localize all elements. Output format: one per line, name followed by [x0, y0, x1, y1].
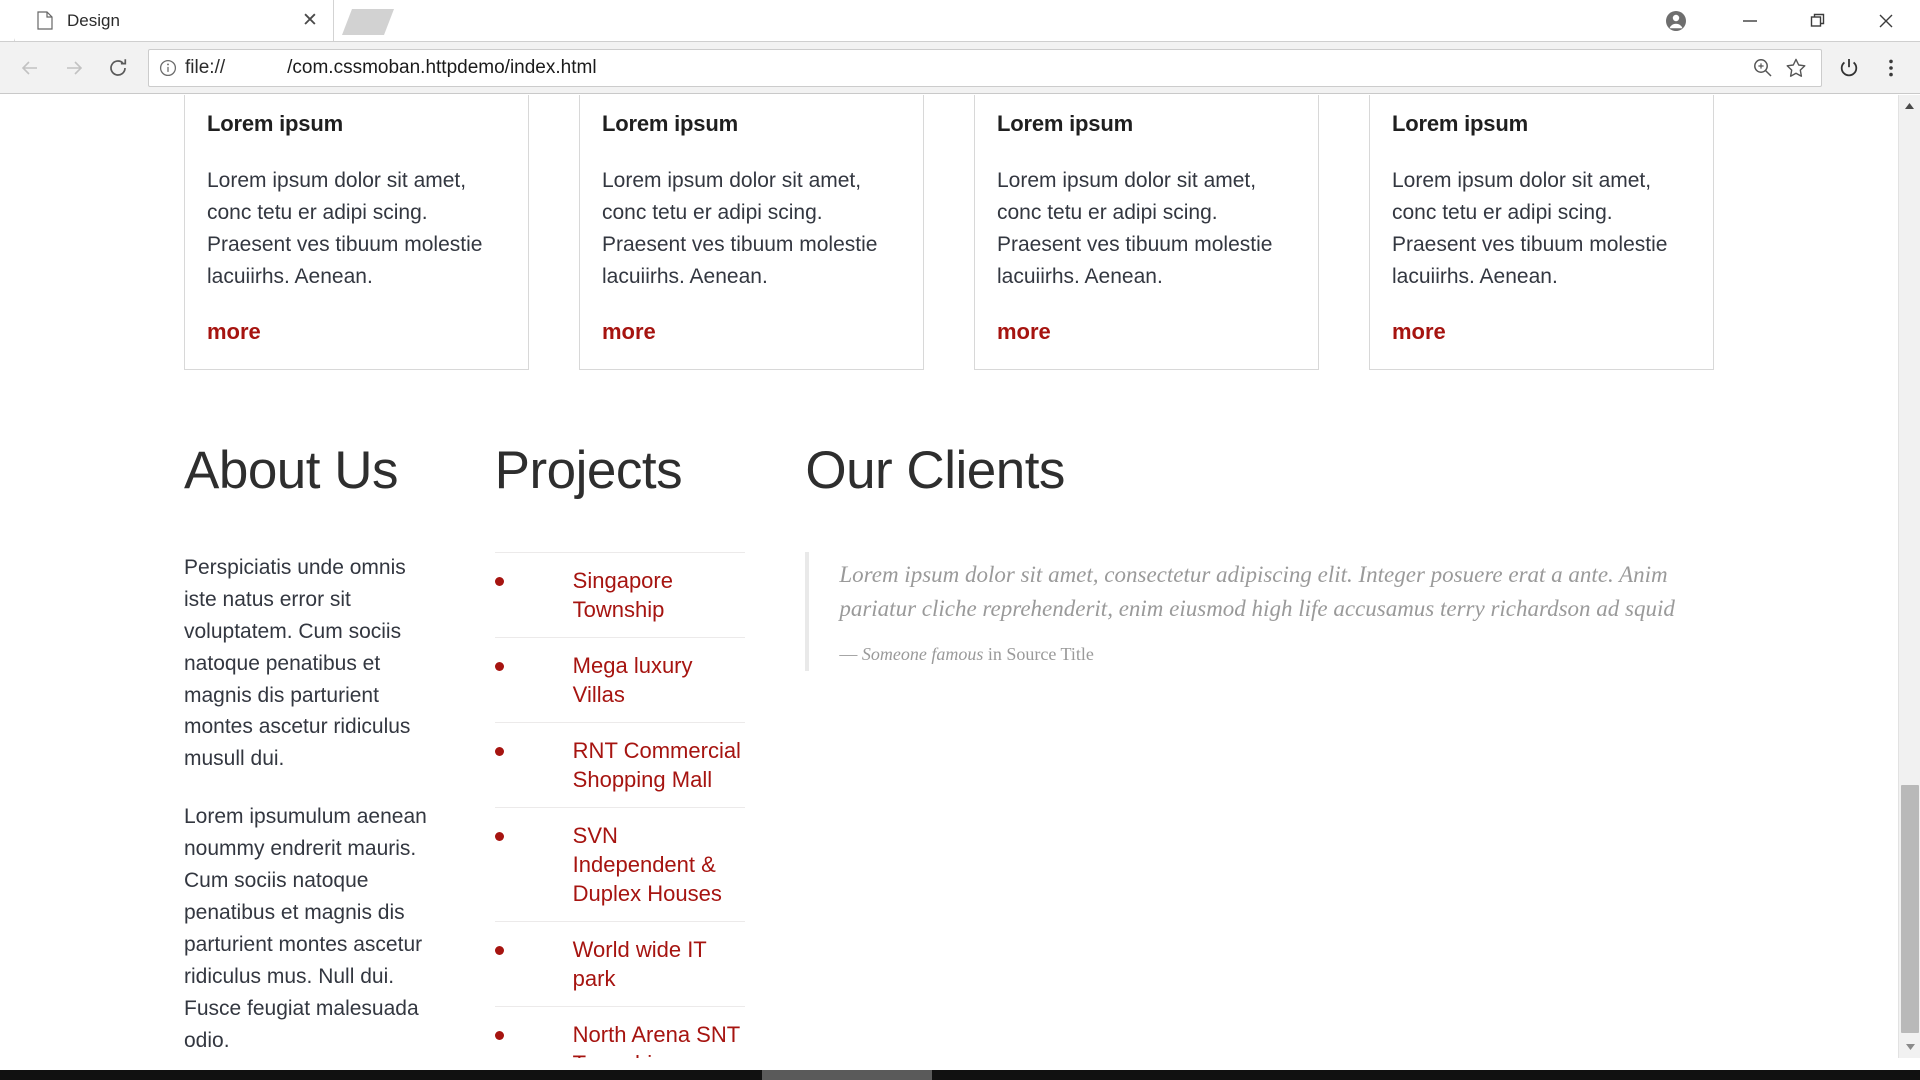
list-item: World wide IT park: [494, 922, 746, 1008]
minimize-button[interactable]: [1716, 0, 1784, 42]
tab-strip: Design ✕: [0, 0, 1920, 42]
attribution-author: Someone famous: [861, 643, 984, 664]
new-tab-ghost[interactable]: [342, 9, 394, 35]
card-title: Lorem ipsum: [207, 111, 343, 136]
testimonial-attribution: — Someone famous in Source Title: [839, 644, 1714, 665]
our-clients-title: Our Clients: [805, 440, 1065, 500]
testimonial-text: Lorem ipsum dolor sit amet, consectetur …: [839, 561, 1675, 621]
service-card: Lorem ipsum Lorem ipsum dolor sit amet, …: [184, 95, 529, 370]
address-bar[interactable]: file:// /com.cssmoban.httpdemo/index.htm…: [148, 48, 1822, 87]
project-link[interactable]: RNT Commercial Shopping Mall: [573, 736, 746, 794]
card-body: Lorem ipsum dolor sit amet, conc tetu er…: [207, 169, 483, 288]
service-card: Lorem ipsum Lorem ipsum dolor sit amet, …: [579, 95, 924, 370]
attribution-source: Source Title: [1006, 643, 1094, 664]
list-item: North Arena SNT Township: [494, 1007, 746, 1058]
card-body: Lorem ipsum dolor sit amet, conc tetu er…: [1392, 169, 1668, 288]
browser-tab[interactable]: Design ✕: [14, 0, 334, 41]
close-window-button[interactable]: [1852, 0, 1920, 42]
card-more-link[interactable]: more: [1392, 319, 1446, 345]
reload-icon[interactable]: [96, 46, 140, 90]
about-paragraph-1: Perspiciatis unde omnis iste natus error…: [184, 555, 411, 771]
document-icon: [37, 10, 55, 31]
profile-avatar-icon[interactable]: [1646, 0, 1706, 42]
list-item: Mega luxury Villas: [494, 638, 746, 724]
forward-arrow-icon[interactable]: [52, 46, 96, 90]
content-container: Lorem ipsum Lorem ipsum dolor sit amet, …: [184, 95, 1714, 1058]
project-link[interactable]: North Arena SNT Township: [573, 1020, 746, 1058]
power-icon[interactable]: [1828, 46, 1870, 90]
info-circle-icon[interactable]: [159, 59, 177, 77]
card-title: Lorem ipsum: [997, 111, 1133, 136]
card-body: Lorem ipsum dolor sit amet, conc tetu er…: [602, 169, 878, 288]
horizontal-scrollbar[interactable]: [0, 1070, 1920, 1080]
browser-toolbar: file:// /com.cssmoban.httpdemo/index.htm…: [0, 42, 1920, 94]
vertical-scrollbar[interactable]: [1898, 95, 1920, 1058]
card-body: Lorem ipsum dolor sit amet, conc tetu er…: [997, 169, 1273, 288]
about-us-title: About Us: [184, 440, 399, 500]
card-more-link[interactable]: more: [207, 319, 261, 345]
card-more-link[interactable]: more: [602, 319, 656, 345]
client-testimonial: Lorem ipsum dolor sit amet, consectetur …: [805, 551, 1714, 671]
tab-title: Design: [67, 10, 120, 30]
projects-column: Projects Singapore Township Mega luxury …: [494, 440, 806, 1058]
about-us-column: About Us Perspiciatis unde omnis iste na…: [184, 440, 495, 1058]
project-link[interactable]: SVN Independent & Duplex Houses: [573, 821, 746, 908]
card-title: Lorem ipsum: [1392, 111, 1528, 136]
service-card: Lorem ipsum Lorem ipsum dolor sit amet, …: [1369, 95, 1714, 370]
maximize-restore-button[interactable]: [1784, 0, 1852, 42]
project-link[interactable]: Mega luxury Villas: [573, 651, 746, 709]
list-item: SVN Independent & Duplex Houses: [494, 808, 746, 923]
projects-list: Singapore Township Mega luxury Villas RN…: [494, 551, 746, 1058]
three-column-section: About Us Perspiciatis unde omnis iste na…: [184, 440, 1714, 1058]
horizontal-scrollbar-thumb[interactable]: [762, 1070, 932, 1080]
scroll-down-arrow-icon[interactable]: [1899, 1036, 1920, 1058]
card-more-link[interactable]: more: [997, 319, 1051, 345]
project-link[interactable]: World wide IT park: [573, 935, 746, 993]
star-icon[interactable]: [1779, 51, 1813, 85]
projects-title: Projects: [494, 440, 683, 500]
page-viewport: Lorem ipsum Lorem ipsum dolor sit amet, …: [0, 95, 1920, 1058]
browser-window: Design ✕ file:// /com.cssmoban.httpdemo/…: [0, 0, 1920, 1080]
service-cards-row: Lorem ipsum Lorem ipsum dolor sit amet, …: [184, 95, 1714, 370]
list-item: Singapore Township: [494, 553, 746, 638]
three-dot-menu-icon[interactable]: [1870, 46, 1912, 90]
attribution-dash: —: [839, 643, 862, 664]
card-title: Lorem ipsum: [602, 111, 738, 136]
tab-close-icon[interactable]: ✕: [299, 10, 321, 32]
list-item: RNT Commercial Shopping Mall: [494, 723, 746, 809]
service-card: Lorem ipsum Lorem ipsum dolor sit amet, …: [974, 95, 1319, 370]
zoom-in-icon[interactable]: [1745, 51, 1779, 85]
url-scheme: file://: [185, 56, 226, 78]
project-link[interactable]: Singapore Township: [573, 566, 746, 624]
window-controls: [1646, 0, 1920, 42]
our-clients-column: Our Clients Lorem ipsum dolor sit amet, …: [805, 440, 1714, 1058]
vertical-scrollbar-thumb[interactable]: [1901, 785, 1919, 1033]
about-paragraph-2: Lorem ipsumulum aenean noummy endrerit m…: [184, 805, 427, 1052]
back-arrow-icon[interactable]: [8, 46, 52, 90]
web-page: Lorem ipsum Lorem ipsum dolor sit amet, …: [0, 95, 1898, 1058]
url-path: /com.cssmoban.httpdemo/index.html: [287, 56, 597, 78]
scroll-up-arrow-icon[interactable]: [1899, 95, 1920, 117]
attribution-joiner: in: [983, 643, 1007, 664]
